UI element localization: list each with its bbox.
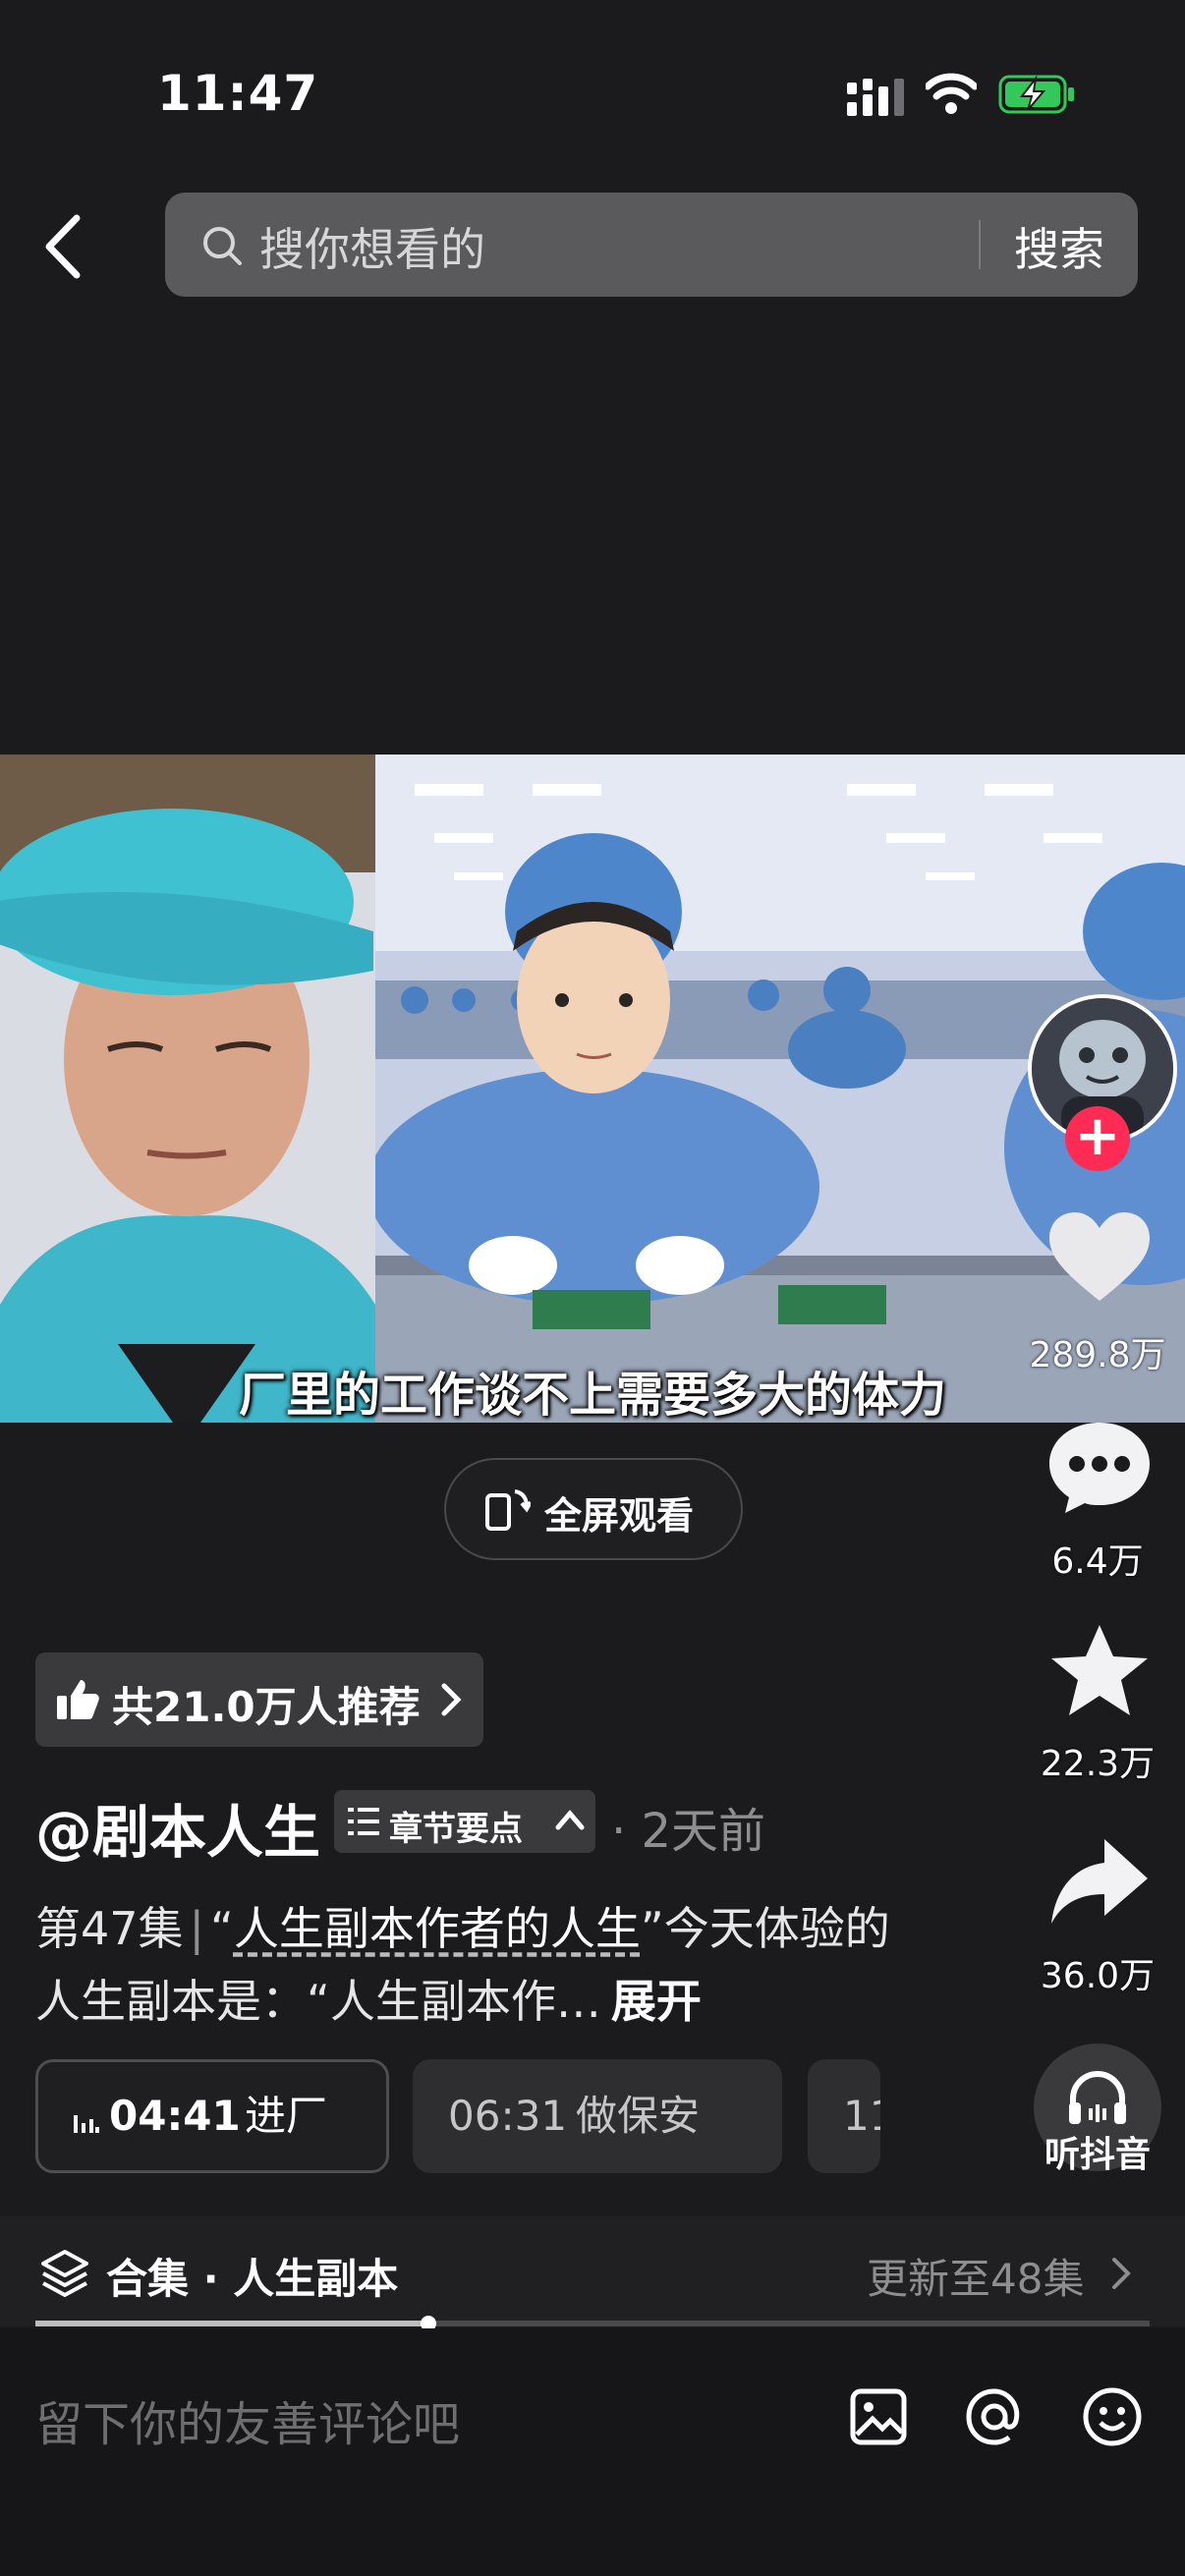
- chapter-time: 11: [843, 2092, 880, 2140]
- chevron-right-icon: [1112, 2258, 1131, 2289]
- comment-bar: 留下你的友善评论吧: [0, 2328, 1185, 2576]
- chapter-chip[interactable]: 11: [808, 2059, 880, 2173]
- search-bar[interactable]: 搜你想看的 搜索: [165, 193, 1138, 297]
- creator-camera-overlay: [0, 755, 375, 1423]
- collection-bar[interactable]: 合集 · 人生副本 更新至48集: [0, 2216, 1185, 2326]
- episode-separator: |: [189, 1902, 205, 1955]
- chapter-points-button[interactable]: 章节要点: [334, 1790, 595, 1853]
- audio-bars-icon: [74, 2115, 99, 2133]
- description-highlight[interactable]: 人生副本作者的人生: [234, 1902, 641, 1955]
- video-subtitle: 厂里的工作谈不上需要多大的体力: [238, 1368, 946, 1423]
- comment-bubble-icon[interactable]: [1045, 1419, 1154, 1517]
- search-button[interactable]: 搜索: [1014, 214, 1104, 279]
- collection-update: 更新至48集: [867, 2255, 1085, 2303]
- video-player[interactable]: 厂里的工作谈不上需要多大的体力: [0, 755, 1185, 1423]
- video-description[interactable]: 第47集 | “人生副本作者的人生”今天体验的人生副本是：“人生副本作… 展开: [35, 1892, 920, 2038]
- battery-charging-icon: [998, 75, 1074, 114]
- list-icon: [348, 1808, 379, 1835]
- creator-face-image: [0, 755, 375, 1423]
- wifi-icon: [926, 73, 977, 114]
- favorite-count: 22.3万: [1040, 1744, 1156, 1784]
- episode-number: 第47集: [35, 1902, 184, 1955]
- follow-plus-button[interactable]: +: [1065, 1106, 1130, 1171]
- rotate-screen-icon: [485, 1489, 531, 1531]
- comment-count: 6.4万: [1051, 1541, 1144, 1582]
- chapter-time: 04:41: [109, 2092, 241, 2140]
- chevron-up-icon: [555, 1810, 585, 1830]
- collection-title: 合集 · 人生副本: [106, 2255, 399, 2303]
- like-count: 289.8万: [1029, 1335, 1166, 1375]
- progress-fill: [35, 2321, 426, 2326]
- mention-at-icon[interactable]: [963, 2385, 1026, 2448]
- chapter-label: 做保安: [576, 2092, 701, 2140]
- search-icon: [203, 227, 242, 265]
- recommend-pill[interactable]: 共21.0万人推荐: [35, 1652, 483, 1747]
- recommend-count-label: 共21.0万人推荐: [112, 1683, 421, 1731]
- search-input[interactable]: 搜你想看的: [259, 214, 485, 279]
- chapter-chip[interactable]: 04:41 进厂: [35, 2059, 389, 2173]
- layers-icon: [41, 2250, 88, 2297]
- status-time: 11:47: [157, 65, 319, 122]
- share-arrow-icon[interactable]: [1045, 1833, 1154, 1932]
- chevron-right-icon: [441, 1683, 462, 1716]
- headphones-icon: [1069, 2071, 1126, 2124]
- fullscreen-button[interactable]: 全屏观看: [444, 1458, 743, 1560]
- chapter-label: 进厂: [245, 2092, 328, 2140]
- fullscreen-label: 全屏观看: [544, 1494, 695, 1538]
- search-divider: [979, 220, 981, 269]
- comment-input[interactable]: 留下你的友善评论吧: [35, 2385, 460, 2454]
- like-heart-icon[interactable]: [1045, 1210, 1154, 1309]
- emoji-icon[interactable]: [1081, 2385, 1144, 2448]
- expand-button[interactable]: 展开: [611, 1975, 702, 2028]
- share-count: 36.0万: [1040, 1956, 1156, 1996]
- cellular-signal-icon: [847, 79, 904, 116]
- listen-label: 听抖音: [1044, 2135, 1151, 2175]
- chapter-progress-track[interactable]: [35, 2316, 1150, 2331]
- chapter-chip[interactable]: 06:31 做保安: [413, 2059, 782, 2173]
- thumbs-up-icon: [57, 1680, 99, 1719]
- post-time: · 2天前: [611, 1804, 766, 1859]
- back-arrow-icon[interactable]: [39, 212, 88, 281]
- chapter-time: 06:31: [448, 2092, 568, 2140]
- author-name[interactable]: @剧本人生: [35, 1786, 320, 1869]
- chapter-points-label: 章节要点: [389, 1810, 523, 1849]
- favorite-star-icon[interactable]: [1045, 1621, 1154, 1719]
- image-icon[interactable]: [847, 2385, 910, 2448]
